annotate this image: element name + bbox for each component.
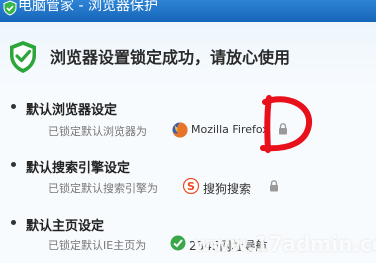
- 2345-icon: [170, 235, 186, 251]
- locked-label: 已锁定默认IE主页为: [48, 239, 147, 252]
- red-annotation-mark: [260, 95, 313, 153]
- locked-label: 已锁定默认搜索引擎为: [48, 182, 158, 195]
- search-engine-name: 搜狗搜索: [203, 182, 252, 196]
- success-message: 浏览器设置锁定成功，请放心使用: [50, 48, 291, 67]
- title-bar[interactable]: 电脑管家 - 浏览器保护: [0, 0, 376, 22]
- bullet-dot: [11, 162, 16, 167]
- result-header: 浏览器设置锁定成功，请放心使用: [0, 22, 376, 92]
- section-title: 默认搜索引擎设定: [26, 161, 131, 176]
- app-logo-icon: [3, 0, 17, 16]
- browser-protection-window: 电脑管家 - 浏览器保护 浏览器设置锁定成功，请放心使用 默认浏览器设定 已锁定…: [0, 0, 376, 263]
- section-title: 默认主页设定: [26, 219, 105, 234]
- svg-text:S: S: [187, 180, 195, 193]
- lock-icon: [270, 180, 278, 192]
- section-title: 默认浏览器设定: [26, 103, 118, 118]
- firefox-icon: [172, 122, 188, 138]
- bullet-dot: [11, 104, 16, 109]
- sogou-icon: S: [183, 178, 199, 194]
- bullet-dot: [11, 220, 16, 225]
- watermark: www.17admin.cc: [193, 232, 376, 256]
- locked-label: 已锁定默认浏览器为: [48, 125, 147, 138]
- window-title: 电脑管家 - 浏览器保护: [18, 0, 158, 14]
- shield-check-icon: [10, 41, 36, 73]
